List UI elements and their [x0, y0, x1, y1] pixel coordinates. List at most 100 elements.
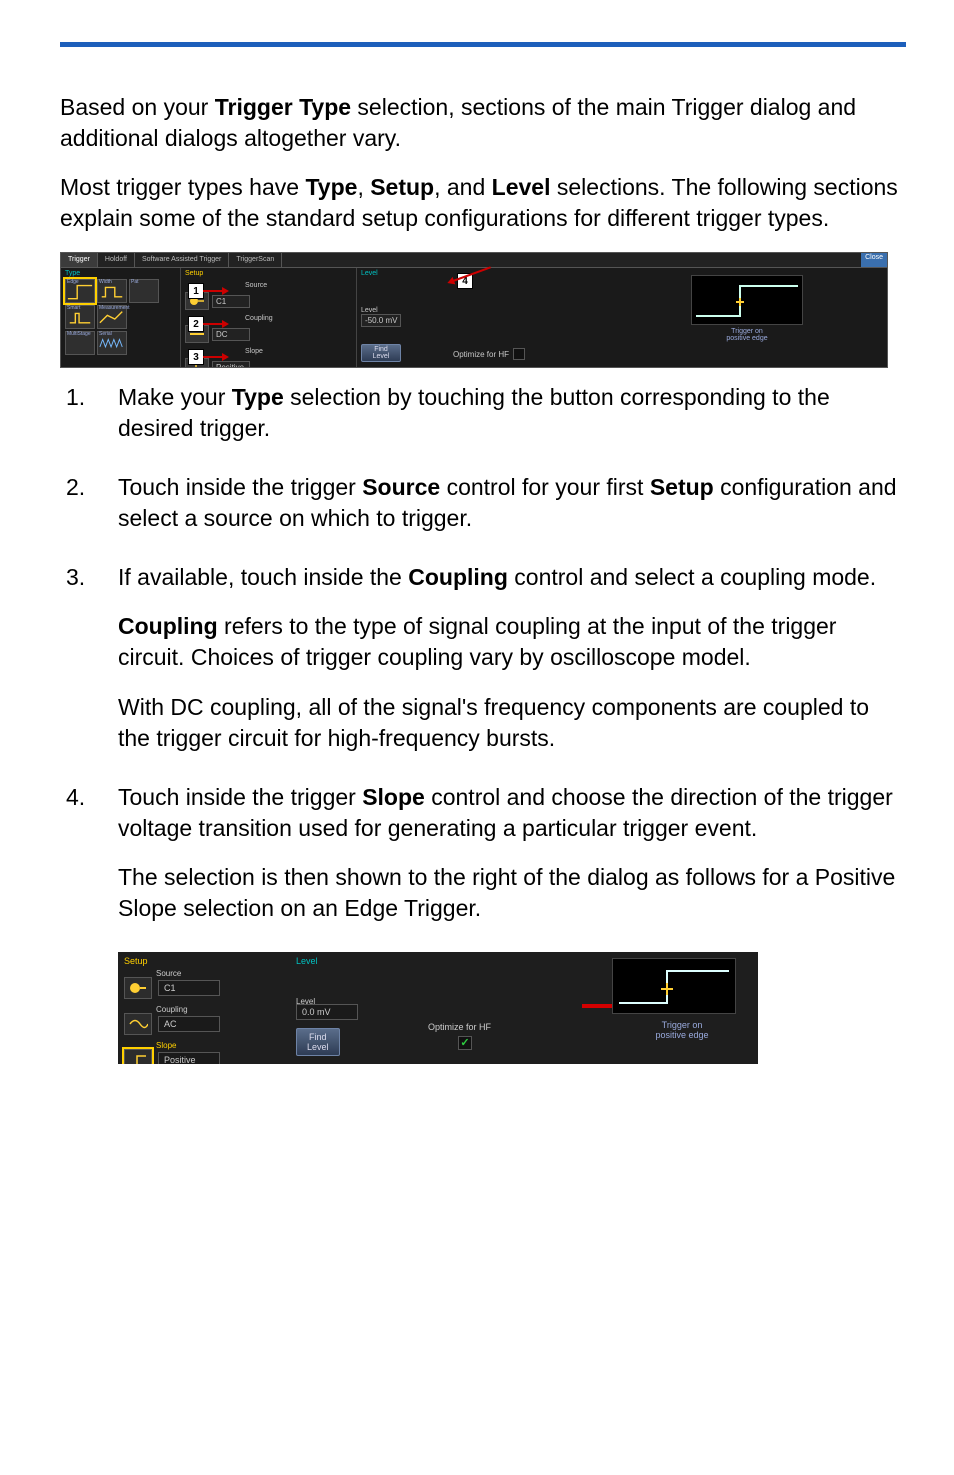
level-panel: Level 4 Level -50.0 mV Find Level Optimi… — [357, 268, 607, 368]
slope-icon — [124, 1049, 152, 1064]
status-line-2: positive edge — [612, 1030, 752, 1040]
callout-2: 2 — [188, 316, 204, 332]
text-bold: Setup — [650, 474, 714, 500]
level-column: Level Level 0.0 mV Find Level — [290, 952, 422, 1060]
slope-value: Positive — [158, 1052, 220, 1064]
status-line-2: positive edge — [617, 335, 877, 342]
type-smart[interactable]: Smart — [65, 305, 95, 329]
step-list: Make your Type selection by touching the… — [60, 382, 906, 942]
type-grid: Edge Width Pat Smart Measurement MultiSt… — [65, 279, 176, 355]
step-2: Touch inside the trigger Source control … — [60, 472, 906, 552]
tab-triggerscan[interactable]: TriggerScan — [229, 253, 282, 267]
intro-para-2: Most trigger types have Type, Setup, and… — [60, 172, 906, 234]
text: control for your first — [440, 474, 650, 500]
source-value: C1 — [212, 295, 250, 308]
text: control and select a coupling mode. — [508, 564, 876, 590]
step-1: Make your Type selection by touching the… — [60, 382, 906, 462]
source-icon — [124, 977, 152, 999]
optimize-hf-label: Optimize for HF — [428, 1022, 491, 1032]
text-bold: Slope — [362, 784, 425, 810]
slope-result-screenshot: Setup Source C1 Coupling AC Slope Positi… — [118, 952, 758, 1064]
close-button[interactable]: Close — [861, 253, 887, 267]
text: The selection is then shown to the right… — [118, 862, 906, 924]
text: Touch inside the trigger — [118, 474, 362, 500]
optimize-hf-label: Optimize for HF — [453, 350, 509, 359]
tab-software-assisted[interactable]: Software Assisted Trigger — [135, 253, 229, 267]
source-control[interactable]: C1 — [185, 292, 352, 310]
type-measurement[interactable]: Measurement — [97, 305, 127, 329]
step-4: Touch inside the trigger Slope control a… — [60, 782, 906, 942]
coupling-label: Coupling — [245, 315, 273, 322]
text-bold: Type — [305, 174, 357, 200]
level-label: Level — [361, 307, 378, 314]
intro-para-1: Based on your Trigger Type selection, se… — [60, 92, 906, 154]
text: Most trigger types have — [60, 174, 305, 200]
find-level-button[interactable]: Find Level — [361, 344, 401, 362]
text-bold: Level — [492, 174, 551, 200]
tab-trigger[interactable]: Trigger — [61, 253, 98, 267]
setup-panel: Setup Source C1 1 Coupling DC — [181, 268, 357, 368]
type-header: Type — [65, 270, 176, 277]
text: Touch inside the trigger — [118, 784, 362, 810]
coupling-value: DC — [212, 328, 250, 341]
text-bold: Setup — [370, 174, 434, 200]
level-header: Level — [296, 956, 416, 966]
trigger-dialog-screenshot: Trigger Holdoff Software Assisted Trigge… — [60, 252, 888, 368]
coupling-control[interactable]: AC — [124, 1013, 294, 1035]
source-control[interactable]: C1 — [124, 977, 294, 999]
callout-1: 1 — [188, 283, 204, 299]
text: Make your — [118, 384, 232, 410]
step-3: If available, touch inside the Coupling … — [60, 562, 906, 771]
trigger-preview — [691, 275, 803, 325]
type-serial[interactable]: Serial — [97, 331, 127, 355]
setup-header: Setup — [124, 956, 294, 966]
coupling-icon — [124, 1013, 152, 1035]
status-line-1: Trigger on — [612, 1020, 752, 1030]
text-bold: Coupling — [118, 613, 218, 639]
page: Based on your Trigger Type selection, se… — [0, 0, 954, 1124]
slope-label: Slope — [245, 348, 263, 355]
type-pattern[interactable]: Pat — [129, 279, 159, 303]
optimize-column: Optimize for HF ✓ — [428, 1022, 491, 1050]
header-rule — [60, 42, 906, 47]
text: Based on your — [60, 94, 215, 120]
type-multistage[interactable]: MultiStage — [65, 331, 95, 355]
dialog-body: Type Edge Width Pat Smart Measurement Mu… — [61, 268, 887, 368]
checkbox-icon — [513, 348, 525, 360]
coupling-value: AC — [158, 1016, 220, 1032]
source-label: Source — [245, 282, 267, 289]
preview-panel: Trigger on positive edge — [607, 268, 887, 368]
arrow-icon — [203, 356, 223, 358]
preview-column: Trigger on positive edge — [612, 958, 752, 1040]
type-width[interactable]: Width — [97, 279, 127, 303]
text: , and — [434, 174, 492, 200]
arrow-icon — [203, 290, 223, 292]
text: With DC coupling, all of the signal's fr… — [118, 692, 906, 754]
slope-control[interactable]: Positive — [124, 1049, 294, 1064]
optimize-hf-checkbox[interactable]: Optimize for HF — [453, 348, 525, 360]
tab-bar: Trigger Holdoff Software Assisted Trigge… — [61, 253, 887, 268]
text-bold: Coupling — [408, 564, 508, 590]
tab-holdoff[interactable]: Holdoff — [98, 253, 135, 267]
find-level-button[interactable]: Find Level — [296, 1028, 340, 1056]
text: refers to the type of signal coupling at… — [118, 613, 836, 670]
source-value: C1 — [158, 980, 220, 996]
slope-control[interactable]: Positive — [185, 358, 352, 368]
coupling-control[interactable]: DC — [185, 325, 352, 343]
slope-value: Positive — [212, 361, 250, 369]
text: , — [357, 174, 370, 200]
text: If available, touch inside the — [118, 564, 408, 590]
text-bold: Source — [362, 474, 440, 500]
trigger-preview — [612, 958, 736, 1014]
text-bold: Trigger Type — [215, 94, 351, 120]
type-panel: Type Edge Width Pat Smart Measurement Mu… — [61, 268, 181, 368]
type-edge[interactable]: Edge — [65, 279, 95, 303]
callout-3: 3 — [188, 349, 204, 365]
status-line-1: Trigger on — [617, 328, 877, 335]
level-value[interactable]: 0.0 mV — [296, 1004, 358, 1020]
optimize-hf-checkbox[interactable]: Optimize for HF — [428, 1022, 491, 1032]
checkbox-icon: ✓ — [458, 1036, 472, 1050]
setup-header: Setup — [185, 270, 352, 277]
arrow-icon — [203, 323, 223, 325]
level-value[interactable]: -50.0 mV — [361, 314, 401, 327]
